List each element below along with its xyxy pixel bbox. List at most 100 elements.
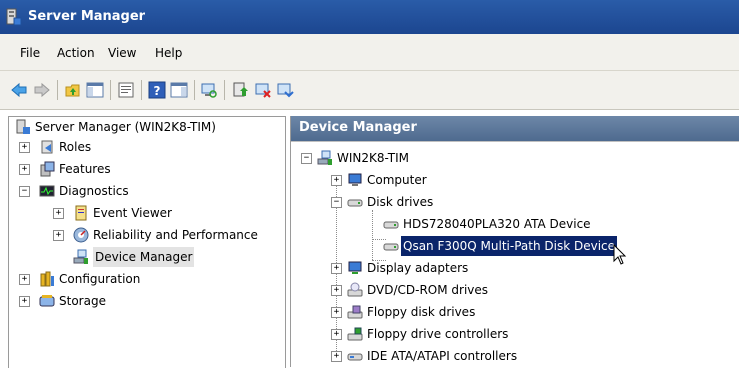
toolbar-separator (224, 80, 225, 100)
menu-help[interactable]: Help (155, 46, 182, 60)
menu-action[interactable]: Action (57, 46, 95, 60)
disk-drive-icon (383, 243, 399, 251)
show-action-pane-icon[interactable] (170, 81, 188, 99)
device-tree-label: HDS728040PLA320 ATA Device (403, 217, 591, 231)
device-tree-label: DVD/CD-ROM drives (367, 283, 489, 297)
device-tree-label: Floppy drive controllers (367, 327, 509, 341)
collapse-icon[interactable]: − (301, 153, 312, 164)
tree-item-label: Event Viewer (93, 206, 172, 220)
dvd-drive-icon (347, 282, 363, 297)
help-icon[interactable]: ? (148, 81, 166, 99)
device-category-floppy-controllers[interactable]: + Floppy drive controllers (331, 324, 731, 344)
expand-icon[interactable]: + (331, 263, 342, 274)
device-tree-label: WIN2K8-TIM (337, 151, 409, 165)
device-manager-icon (73, 249, 88, 264)
tree-item-label: Server Manager (WIN2K8-TIM) (35, 120, 216, 134)
tree-item-label: Roles (59, 140, 92, 154)
device-disk-hds728040pla320[interactable]: HDS728040PLA320 ATA Device (383, 214, 723, 234)
menu-view[interactable]: View (108, 46, 136, 60)
console-tree[interactable]: Server Manager (WIN2K8-TIM) + Roles + Fe… (8, 116, 286, 368)
expand-icon[interactable]: + (19, 164, 30, 175)
collapse-icon[interactable]: − (19, 186, 30, 197)
tree-item-label: Features (59, 162, 111, 176)
device-category-floppy-disk-drives[interactable]: + Floppy disk drives (331, 302, 731, 322)
tree-item-features[interactable]: + Features (13, 159, 283, 179)
device-category-display-adapters[interactable]: + Display adapters (331, 258, 731, 278)
device-tree-label: Qsan F300Q Multi-Path Disk Device (399, 235, 619, 257)
expand-icon[interactable]: + (19, 274, 30, 285)
storage-icon (39, 295, 55, 307)
tree-item-server-manager[interactable]: Server Manager (WIN2K8-TIM) (13, 117, 283, 137)
toolbar-separator (110, 80, 111, 100)
device-tree-label: Display adapters (367, 261, 469, 275)
toolbar-separator (194, 80, 195, 100)
expand-icon[interactable]: + (331, 329, 342, 340)
diagnostics-icon (39, 185, 55, 197)
menu-file[interactable]: File (20, 46, 40, 60)
disable-device-icon[interactable] (254, 81, 272, 99)
device-tree-root[interactable]: − WIN2K8-TIM (299, 148, 729, 168)
floppy-controller-icon (347, 327, 363, 341)
device-tree-label: Disk drives (367, 195, 434, 209)
title-bar: Server Manager (0, 0, 739, 34)
back-arrow-icon[interactable] (10, 81, 28, 99)
toolbar-separator (141, 80, 142, 100)
tree-item-roles[interactable]: + Roles (13, 137, 283, 157)
tree-item-label: Storage (59, 294, 106, 308)
device-tree[interactable]: − WIN2K8-TIM + Computer − Disk drives HD… (291, 141, 739, 368)
expand-icon[interactable]: + (331, 175, 342, 186)
device-category-disk-drives[interactable]: − Disk drives (331, 192, 731, 212)
uninstall-device-icon[interactable] (276, 81, 294, 99)
ide-controller-icon (347, 353, 363, 361)
tree-item-configuration[interactable]: + Configuration (13, 269, 283, 289)
floppy-drive-icon (347, 305, 363, 319)
menu-bar: File Action View Help (0, 34, 739, 71)
tree-item-storage[interactable]: + Storage (13, 291, 283, 311)
tree-item-label: Diagnostics (59, 184, 129, 198)
device-category-ide-controllers[interactable]: + IDE ATA/ATAPI controllers (331, 346, 731, 366)
computer-icon (348, 173, 362, 186)
computer-root-icon (317, 150, 332, 165)
svg-text:?: ? (154, 84, 161, 98)
tree-item-label: Reliability and Performance (93, 228, 258, 242)
device-category-computer[interactable]: + Computer (331, 170, 731, 190)
pane-title: Device Manager (299, 120, 417, 135)
expand-icon[interactable]: + (53, 230, 64, 241)
tree-item-label: Device Manager (93, 247, 195, 267)
forward-arrow-icon[interactable] (33, 81, 51, 99)
device-tree-label: IDE ATA/ATAPI controllers (367, 349, 518, 363)
scan-hardware-icon[interactable] (200, 81, 218, 99)
properties-icon[interactable] (117, 81, 135, 99)
event-viewer-icon (75, 205, 87, 221)
tree-item-label: Configuration (59, 272, 141, 286)
server-manager-icon (16, 119, 30, 134)
roles-icon (41, 140, 53, 154)
tree-item-device-manager[interactable]: Device Manager (13, 247, 283, 267)
expand-icon[interactable]: + (331, 307, 342, 318)
tree-item-diagnostics[interactable]: − Diagnostics (13, 181, 283, 201)
tree-line (372, 210, 373, 260)
tree-item-reliability-performance[interactable]: + Reliability and Performance (13, 225, 283, 245)
tree-item-event-viewer[interactable]: + Event Viewer (13, 203, 283, 223)
expand-icon[interactable]: + (19, 296, 30, 307)
show-hide-console-tree-icon[interactable] (86, 81, 104, 99)
toolbar: ? (0, 71, 739, 110)
expand-icon[interactable]: + (19, 142, 30, 153)
expand-icon[interactable]: + (331, 351, 342, 362)
device-tree-label: Floppy disk drives (367, 305, 476, 319)
pane-header: Device Manager (291, 116, 739, 141)
disk-drive-icon (383, 221, 399, 229)
device-disk-qsan-f300q[interactable]: Qsan F300Q Multi-Path Disk Device (383, 235, 723, 265)
reliability-performance-icon (73, 227, 89, 243)
window-title: Server Manager (28, 9, 146, 24)
expand-icon[interactable]: + (53, 208, 64, 219)
device-category-dvd-cd-rom[interactable]: + DVD/CD-ROM drives (331, 280, 731, 300)
device-tree-label: Computer (367, 173, 427, 187)
up-folder-icon[interactable] (64, 81, 82, 99)
update-driver-icon[interactable] (232, 81, 250, 99)
expand-icon[interactable]: + (331, 285, 342, 296)
disk-drive-icon (347, 199, 363, 207)
toolbar-separator (57, 80, 58, 100)
collapse-icon[interactable]: − (331, 197, 342, 208)
configuration-icon (40, 271, 54, 287)
